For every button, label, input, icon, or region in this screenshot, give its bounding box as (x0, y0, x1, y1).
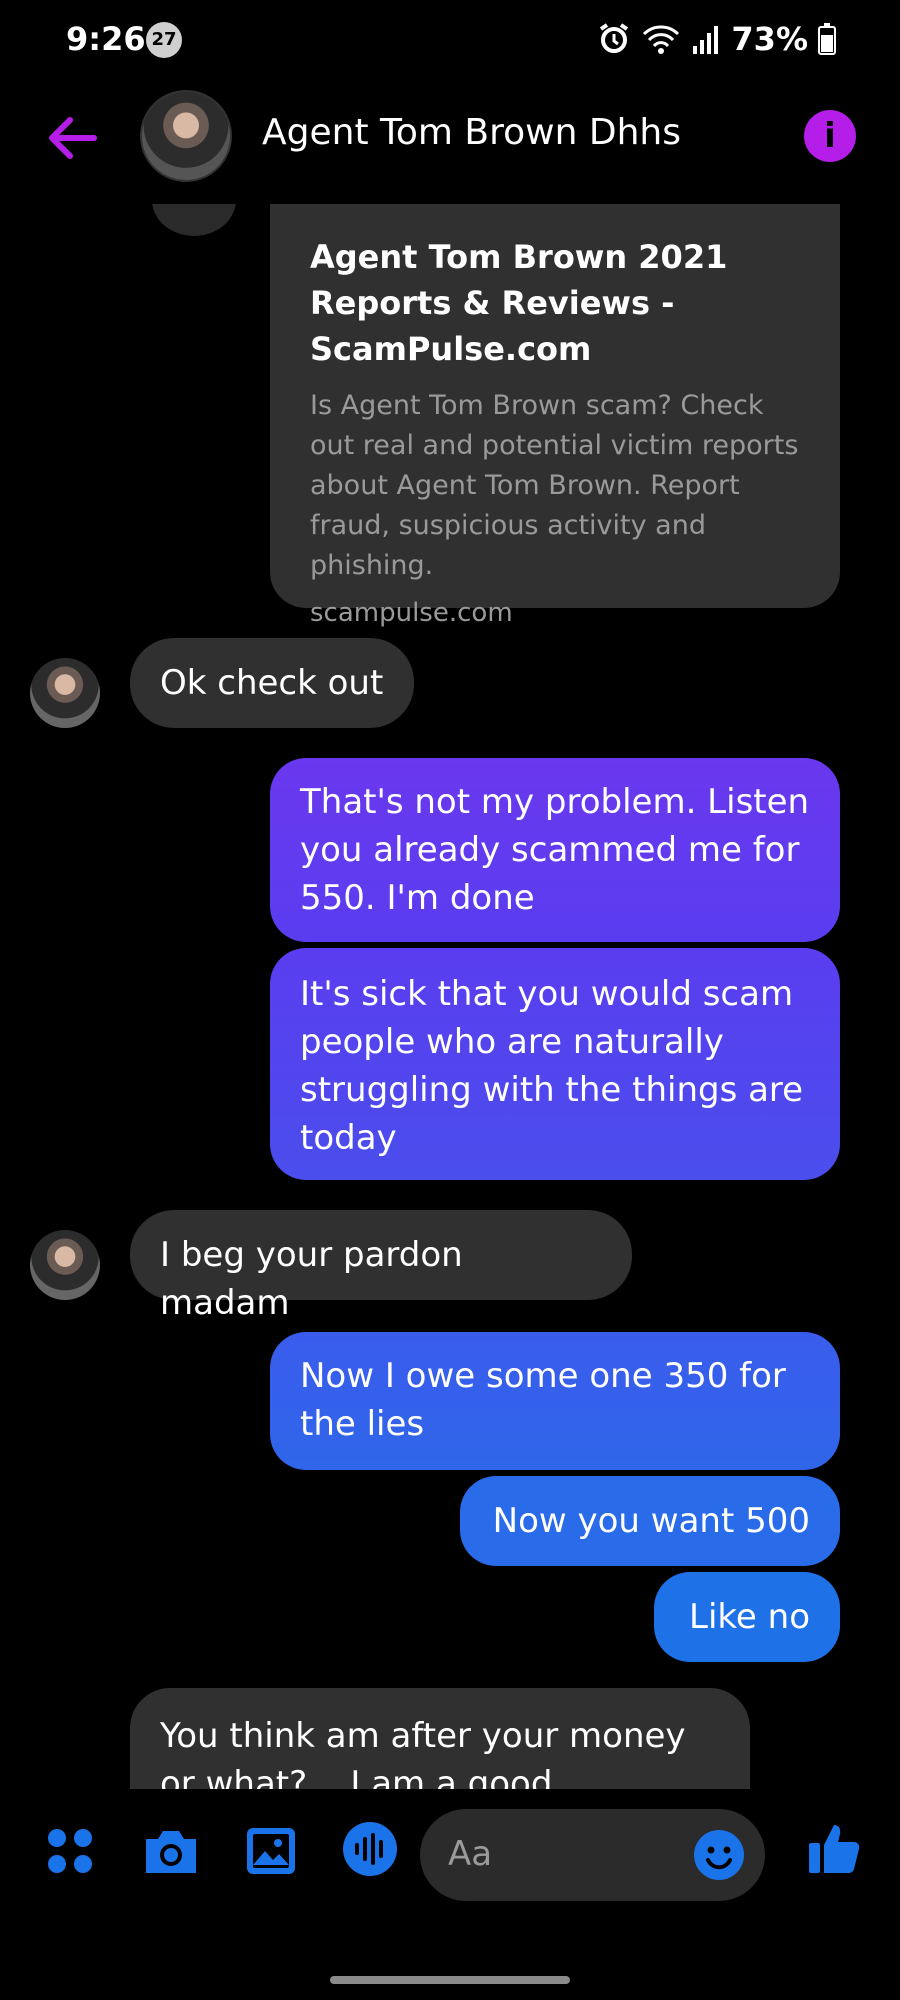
link-preview-description: Is Agent Tom Brown scam? Check out real … (310, 390, 799, 581)
back-button[interactable] (42, 108, 102, 168)
gallery-icon[interactable] (244, 1825, 298, 1877)
outgoing-message[interactable]: It's sick that you would scam people who… (270, 948, 840, 1180)
status-bar: 9:26 27 73% (0, 0, 900, 84)
alarm-icon (600, 23, 629, 53)
home-indicator[interactable] (330, 1976, 570, 1984)
message-input-container[interactable] (420, 1809, 765, 1901)
sender-avatar[interactable] (30, 1230, 100, 1300)
outgoing-message[interactable]: That's not my problem. Listen you alread… (270, 758, 840, 942)
menu-grid-icon[interactable] (44, 1825, 96, 1877)
incoming-message[interactable]: You think am after your money or what?..… (130, 1688, 750, 1789)
message-thread[interactable]: Agent Tom Brown 2021 Reports & Reviews -… (0, 204, 900, 1789)
outgoing-message[interactable]: Now you want 500 (460, 1476, 840, 1566)
status-time: 9:26 (66, 20, 146, 58)
link-preview-title: Agent Tom Brown 2021 Reports & Reviews -… (310, 238, 728, 368)
notification-count-badge: 27 (146, 22, 182, 58)
outgoing-message[interactable]: Like no (654, 1572, 840, 1662)
composer-bar (0, 1789, 900, 1929)
sender-avatar[interactable] (30, 658, 100, 728)
emoji-icon[interactable] (693, 1829, 745, 1881)
link-preview-card[interactable]: Agent Tom Brown 2021 Reports & Reviews -… (270, 204, 840, 628)
contact-name[interactable]: Agent Tom Brown Dhhs (262, 112, 681, 153)
back-arrow-icon (49, 117, 97, 159)
status-icons: 73% (597, 20, 836, 58)
info-button[interactable]: i (804, 110, 856, 162)
cropped-avatar (152, 204, 236, 236)
outgoing-message[interactable]: Now I owe some one 350 for the lies (270, 1332, 840, 1470)
incoming-message[interactable]: Ok check out (130, 638, 414, 728)
signal-icon (693, 26, 719, 54)
voice-icon[interactable] (342, 1821, 398, 1877)
link-preview-domain: scampulse.com (310, 598, 513, 628)
conversation-header: Agent Tom Brown Dhhs i (0, 84, 900, 204)
message-input[interactable] (448, 1829, 688, 1879)
incoming-message[interactable]: I beg your pardon madam (130, 1210, 632, 1323)
wifi-icon (643, 25, 680, 54)
battery-percent: 73% (731, 20, 808, 58)
thumbs-up-icon[interactable] (806, 1819, 864, 1877)
camera-icon[interactable] (142, 1825, 200, 1877)
contact-avatar[interactable] (140, 90, 232, 182)
battery-icon (818, 23, 836, 55)
